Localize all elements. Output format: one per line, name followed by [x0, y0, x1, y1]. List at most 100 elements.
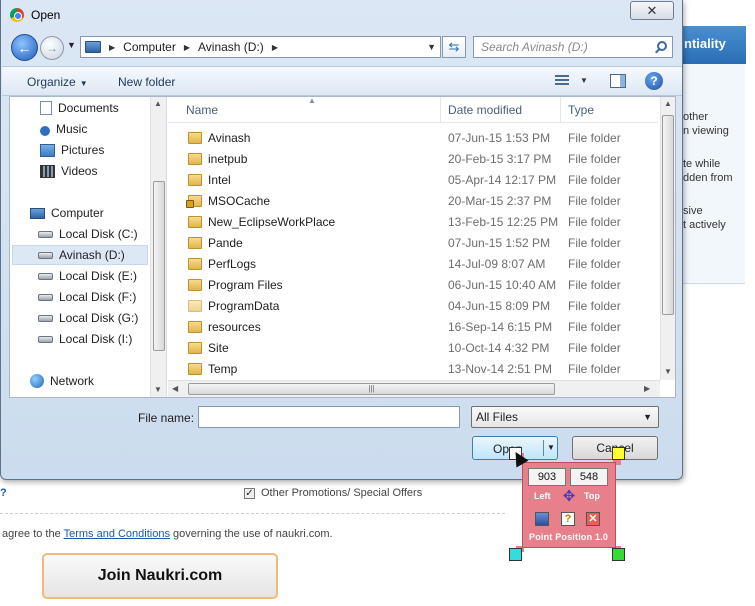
- file-type: File folder: [568, 131, 621, 145]
- nav-item-avinash-d[interactable]: Avinash (D:): [12, 245, 148, 265]
- file-row[interactable]: PerfLogs 14-Jul-09 8:07 AM File folder: [168, 254, 658, 275]
- dialog-content: Documents Music Pictures Videos Computer…: [9, 96, 676, 398]
- file-row[interactable]: Program Files 06-Jun-15 10:40 AM File fold…: [168, 275, 658, 296]
- promotions-checkbox-row[interactable]: ✓ Other Promotions/ Special Offers: [244, 487, 422, 499]
- nav-scroll-thumb[interactable]: [153, 181, 165, 351]
- file-row[interactable]: Pande 07-Jun-15 1:52 PM File folder: [168, 233, 658, 254]
- file-name: Intel: [208, 173, 231, 187]
- file-row[interactable]: New_EclipseWorkPlace 13-Feb-15 12:25 PM Fi…: [168, 212, 658, 233]
- file-type-select[interactable]: All Files ▼: [471, 406, 659, 428]
- scroll-down-icon[interactable]: ▼: [154, 385, 162, 394]
- column-divider[interactable]: [440, 97, 441, 123]
- point-position-tool[interactable]: 903 548 Left ✥ Top ? ✕ Point Position 1.…: [522, 462, 616, 548]
- close-button[interactable]: ✕: [630, 1, 674, 20]
- terms-link[interactable]: Terms and Conditions: [64, 528, 170, 540]
- breadcrumb-chevron-icon[interactable]: ▶: [109, 43, 115, 52]
- file-name: Temp: [208, 362, 238, 376]
- scroll-up-icon[interactable]: ▲: [154, 99, 162, 108]
- help-question-icon[interactable]: ?: [0, 487, 10, 499]
- y-coordinate-field[interactable]: 548: [570, 468, 608, 486]
- corner-handle-top-right[interactable]: [612, 447, 625, 460]
- refresh-button[interactable]: ⇆: [442, 36, 466, 58]
- nav-item-videos[interactable]: Videos: [40, 161, 97, 181]
- file-type: File folder: [568, 257, 621, 271]
- column-header-row: ▲ Name Date modified Type: [168, 97, 658, 123]
- view-list-icon[interactable]: [555, 75, 569, 87]
- file-row[interactable]: inetpub 20-Feb-15 3:17 PM File folder: [168, 149, 658, 170]
- corner-handle-bottom-left[interactable]: [509, 548, 522, 561]
- search-icon[interactable]: [657, 41, 667, 51]
- breadcrumb-chevron-icon[interactable]: ▶: [272, 43, 278, 52]
- disk-icon: [38, 230, 53, 238]
- open-options-dropdown-icon[interactable]: ▼: [547, 443, 555, 452]
- promotions-checkbox[interactable]: ✓: [244, 487, 255, 499]
- save-icon[interactable]: [535, 512, 549, 526]
- help-icon[interactable]: ?: [645, 72, 663, 90]
- nav-item-local-disk-c[interactable]: Local Disk (C:): [38, 224, 138, 244]
- file-row[interactable]: ProgramData 04-Jun-15 8:09 PM File folder: [168, 296, 658, 317]
- horizontal-scroll-thumb[interactable]: |||: [188, 383, 555, 395]
- folder-icon: [188, 258, 202, 270]
- file-name-input[interactable]: [198, 406, 460, 428]
- breadcrumb-drive[interactable]: Avinash (D:): [198, 40, 264, 54]
- breadcrumb-computer[interactable]: Computer: [123, 40, 176, 54]
- file-date-modified: 07-Jun-15 1:52 PM: [448, 236, 551, 250]
- join-naukri-button[interactable]: Join Naukri.com: [42, 553, 278, 599]
- column-header-date[interactable]: Date modified: [448, 103, 522, 117]
- nav-item-local-disk-f[interactable]: Local Disk (F:): [38, 287, 136, 307]
- nav-item-computer[interactable]: Computer: [30, 203, 104, 223]
- forward-button[interactable]: →: [40, 36, 64, 60]
- file-row[interactable]: Avinash 07-Jun-15 1:53 PM File folder: [168, 128, 658, 149]
- scroll-down-icon[interactable]: ▼: [664, 367, 672, 376]
- move-icon[interactable]: ✥: [560, 488, 578, 506]
- corner-handle-bottom-right[interactable]: [612, 548, 625, 561]
- nav-item-label: Local Disk (I:): [59, 332, 133, 346]
- close-icon[interactable]: ✕: [586, 512, 600, 526]
- nav-item-label: Network: [50, 374, 95, 388]
- navigation-pane: Documents Music Pictures Videos Computer…: [10, 97, 167, 397]
- help-icon[interactable]: ?: [561, 512, 575, 526]
- back-button[interactable]: ←: [11, 34, 38, 61]
- nav-item-label: Pictures: [61, 143, 105, 157]
- file-row[interactable]: Site 10-Oct-14 4:32 PM File folder: [168, 338, 658, 359]
- nav-item-documents[interactable]: Documents: [40, 98, 119, 118]
- address-bar[interactable]: ▶ Computer ▶ Avinash (D:) ▶ ▼: [80, 36, 441, 58]
- file-type: File folder: [568, 278, 621, 292]
- scroll-left-icon[interactable]: ◀: [172, 384, 178, 393]
- refresh-icon: ⇆: [448, 39, 460, 54]
- file-row[interactable]: resources 16-Sep-14 6:15 PM File folder: [168, 317, 658, 338]
- search-input[interactable]: [473, 36, 673, 58]
- nav-item-music[interactable]: Music: [40, 119, 87, 139]
- file-row[interactable]: Intel 05-Apr-14 12:17 PM File folder: [168, 170, 658, 191]
- nav-item-local-disk-e[interactable]: Local Disk (E:): [38, 266, 137, 286]
- scroll-up-icon[interactable]: ▲: [664, 99, 672, 108]
- file-row[interactable]: Temp 13-Nov-14 2:51 PM File folder: [168, 359, 658, 380]
- x-coordinate-field[interactable]: 903: [528, 468, 566, 486]
- nav-item-network[interactable]: Network: [30, 371, 94, 391]
- view-dropdown-icon[interactable]: ▼: [580, 76, 588, 85]
- nav-item-pictures[interactable]: Pictures: [40, 140, 104, 160]
- vertical-scroll-thumb[interactable]: [662, 115, 674, 315]
- tool-name: Point Position 1.0: [529, 532, 609, 542]
- column-header-type[interactable]: Type: [568, 103, 594, 117]
- file-list-vertical-scrollbar[interactable]: ▲ ▼: [660, 97, 675, 380]
- preview-pane-icon[interactable]: [610, 74, 626, 88]
- file-row[interactable]: MSOCache 20-Mar-15 2:37 PM File folder: [168, 191, 658, 212]
- nav-pane-scrollbar[interactable]: ▲ ▼: [150, 97, 166, 397]
- organize-button[interactable]: Organize ▼: [27, 75, 88, 89]
- new-folder-button[interactable]: New folder: [118, 75, 175, 89]
- scroll-right-icon[interactable]: ▶: [644, 384, 650, 393]
- file-date-modified: 04-Jun-15 8:09 PM: [448, 299, 551, 313]
- nav-item-label: Local Disk (E:): [59, 269, 138, 283]
- nav-item-local-disk-i[interactable]: Local Disk (I:): [38, 329, 132, 349]
- file-list-horizontal-scrollbar[interactable]: ◀ ||| ▶: [168, 380, 660, 397]
- address-dropdown-icon[interactable]: ▼: [427, 42, 436, 52]
- breadcrumb-chevron-icon[interactable]: ▶: [184, 43, 190, 52]
- column-divider[interactable]: [560, 97, 561, 123]
- column-header-name[interactable]: Name: [186, 103, 218, 117]
- nav-item-local-disk-g[interactable]: Local Disk (G:): [38, 308, 138, 328]
- recent-locations-dropdown-icon[interactable]: ▼: [67, 40, 76, 50]
- network-icon: [30, 374, 44, 388]
- dialog-titlebar[interactable]: Open ✕: [1, 0, 684, 30]
- terms-text: agree to the Terms and Conditions govern…: [2, 528, 333, 540]
